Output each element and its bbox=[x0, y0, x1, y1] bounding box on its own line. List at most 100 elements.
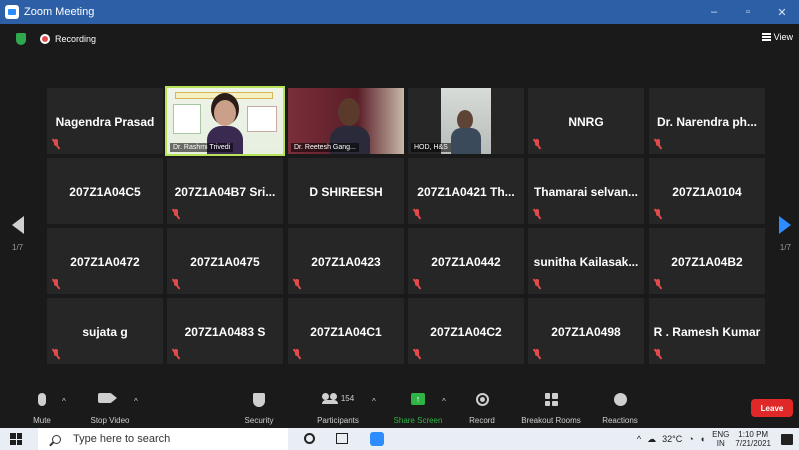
mic-muted-icon bbox=[654, 279, 662, 289]
reactions-label: Reactions bbox=[602, 416, 638, 425]
show-hidden-icons-icon[interactable]: ^ bbox=[637, 434, 641, 444]
participant-name: 207Z1A0483 S bbox=[184, 325, 266, 339]
stop-video-label: Stop Video bbox=[90, 416, 130, 425]
video-options-caret-icon[interactable]: ^ bbox=[134, 397, 138, 406]
cortana-icon[interactable] bbox=[304, 433, 315, 444]
participant-name: Dr. Rashmi Trivedi bbox=[170, 143, 234, 152]
maximize-button[interactable]: ▫ bbox=[731, 0, 765, 24]
participant-tile[interactable]: 207Z1A04C2 bbox=[408, 298, 524, 364]
participant-tile[interactable]: 207Z1A04B7 Sri... bbox=[167, 158, 283, 224]
language-code: ENG bbox=[712, 430, 730, 439]
participant-name: 207Z1A0475 bbox=[190, 255, 260, 269]
participant-tile[interactable]: Dr. Narendra ph... bbox=[649, 88, 765, 154]
minimize-button[interactable]: – bbox=[697, 0, 731, 24]
participant-tile[interactable]: 207Z1A0421 Th... bbox=[408, 158, 524, 224]
participant-tile[interactable]: Nagendra Prasad bbox=[47, 88, 163, 154]
participant-tile[interactable]: sujata g bbox=[47, 298, 163, 364]
task-view-icon[interactable] bbox=[336, 433, 348, 444]
participant-tile[interactable]: 207Z1A04C5 bbox=[47, 158, 163, 224]
participant-name: HOD, H&S bbox=[411, 143, 451, 152]
close-button[interactable]: ✕ bbox=[765, 0, 799, 24]
participant-tile[interactable]: 207Z1A0423 bbox=[288, 228, 404, 294]
taskbar-search-box[interactable]: Type here to search bbox=[38, 428, 288, 450]
share-options-caret-icon[interactable]: ^ bbox=[442, 397, 446, 406]
participant-name: Dr. Reetesh Gang... bbox=[291, 143, 359, 152]
participant-tile[interactable]: 207Z1A04C1 bbox=[288, 298, 404, 364]
participant-tile[interactable]: Thamarai selvan... bbox=[528, 158, 644, 224]
security-label: Security bbox=[244, 416, 274, 425]
participant-tile[interactable]: 207Z1A0498 bbox=[528, 298, 644, 364]
participant-video-tile[interactable]: Dr. Rashmi Trivedi bbox=[165, 86, 285, 156]
previous-page-icon[interactable] bbox=[12, 216, 24, 234]
participant-tile[interactable]: 207Z1A0472 bbox=[47, 228, 163, 294]
mic-muted-icon bbox=[172, 349, 180, 359]
participant-name: NNRG bbox=[568, 115, 604, 129]
volume-icon[interactable]: ◖ bbox=[700, 434, 705, 444]
view-button[interactable]: View bbox=[761, 32, 793, 42]
participant-tile[interactable]: 207Z1A0475 bbox=[167, 228, 283, 294]
input-language[interactable]: ENG IN bbox=[712, 430, 729, 448]
participant-tile[interactable]: sunitha Kailasak... bbox=[528, 228, 644, 294]
mic-muted-icon bbox=[52, 349, 60, 359]
video-camera-icon bbox=[98, 393, 117, 403]
weather-icon[interactable]: ☁ bbox=[647, 434, 656, 445]
participants-options-caret-icon[interactable]: ^ bbox=[372, 397, 376, 406]
participant-tile[interactable]: NNRG bbox=[528, 88, 644, 154]
mic-muted-icon bbox=[172, 209, 180, 219]
notifications-icon[interactable] bbox=[781, 433, 793, 445]
participant-name: 207Z1A04B2 bbox=[671, 255, 743, 269]
window-title: Zoom Meeting bbox=[24, 6, 95, 18]
reactions-button[interactable]: Reactions bbox=[598, 388, 642, 428]
participant-name: 207Z1A0472 bbox=[70, 255, 140, 269]
participant-video-tile[interactable]: HOD, H&S bbox=[408, 88, 524, 154]
microphone-icon bbox=[38, 393, 46, 406]
participant-tile[interactable]: 207Z1A0442 bbox=[408, 228, 524, 294]
zoom-logo-icon bbox=[5, 5, 19, 19]
participant-tile[interactable]: 207Z1A0104 bbox=[649, 158, 765, 224]
leave-button[interactable]: Leave bbox=[751, 399, 793, 417]
mic-muted-icon bbox=[293, 279, 301, 289]
stop-video-button[interactable]: Stop Video bbox=[80, 388, 140, 428]
gallery-view: Nagendra Prasad Dr. Rashmi Trivedi Dr. R… bbox=[47, 86, 765, 366]
recording-label[interactable]: Recording bbox=[55, 34, 96, 44]
participant-tile[interactable]: R . Ramesh Kumar bbox=[649, 298, 765, 364]
mute-button[interactable]: Mute bbox=[28, 388, 56, 428]
zoom-taskbar-icon[interactable] bbox=[370, 432, 384, 446]
audio-options-caret-icon[interactable]: ^ bbox=[62, 397, 66, 406]
participant-name: R . Ramesh Kumar bbox=[653, 325, 761, 339]
security-button[interactable]: Security bbox=[236, 388, 282, 428]
participant-count: 154 bbox=[340, 394, 355, 403]
network-icon[interactable]: ◔ bbox=[688, 434, 693, 444]
system-tray: ^ ☁ 32°C ◔ ◖ ENG IN 1:10 PM 7/21/2021 bbox=[634, 428, 799, 450]
mic-muted-icon bbox=[533, 349, 541, 359]
share-screen-button[interactable]: ↑ Share Screen bbox=[390, 388, 446, 428]
participant-name: D SHIREESH bbox=[309, 185, 383, 199]
meeting-toolbar: Mute ^ Stop Video ^ Security 154 Partici… bbox=[0, 388, 799, 428]
taskbar-clock[interactable]: 1:10 PM 7/21/2021 bbox=[735, 430, 771, 448]
participant-name: Nagendra Prasad bbox=[55, 115, 155, 129]
next-page-icon[interactable] bbox=[779, 216, 791, 234]
participant-name: 207Z1A04C2 bbox=[430, 325, 502, 339]
page-indicator-right: 1/7 bbox=[779, 243, 791, 252]
mic-muted-icon bbox=[533, 209, 541, 219]
mute-label: Mute bbox=[33, 416, 51, 425]
windows-start-icon[interactable] bbox=[10, 433, 22, 445]
video-background-board bbox=[173, 104, 201, 134]
record-button[interactable]: Record bbox=[464, 388, 500, 428]
participant-video-tile[interactable]: Dr. Reetesh Gang... bbox=[288, 88, 404, 154]
mic-muted-icon bbox=[533, 279, 541, 289]
breakout-rooms-button[interactable]: Breakout Rooms bbox=[516, 388, 586, 428]
title-bar: Zoom Meeting – ▫ ✕ bbox=[0, 0, 799, 24]
participant-name: 207Z1A04B7 Sri... bbox=[174, 185, 276, 199]
participant-name: sunitha Kailasak... bbox=[533, 255, 639, 269]
encryption-shield-icon[interactable] bbox=[16, 33, 26, 45]
participant-tile[interactable]: 207Z1A04B2 bbox=[649, 228, 765, 294]
participant-tile[interactable]: D SHIREESH bbox=[288, 158, 404, 224]
participant-name: 207Z1A04C1 bbox=[310, 325, 382, 339]
participant-tile[interactable]: 207Z1A0483 S bbox=[167, 298, 283, 364]
window-controls: – ▫ ✕ bbox=[697, 0, 799, 24]
mic-muted-icon bbox=[52, 279, 60, 289]
temperature[interactable]: 32°C bbox=[662, 434, 682, 444]
video-background-board bbox=[247, 106, 277, 132]
participants-button[interactable]: 154 Participants bbox=[310, 388, 366, 428]
